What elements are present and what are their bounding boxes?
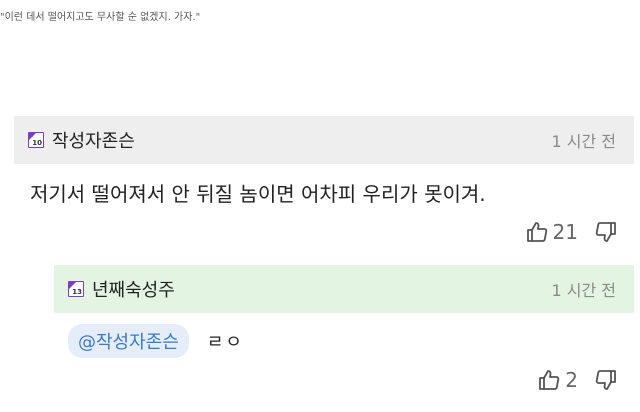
quoted-text: "이런 데서 떨어지고도 무사할 순 없겠지. 가자." [0, 12, 201, 23]
level-number: 13 [72, 288, 82, 296]
comment-text: 저기서 떨어져서 안 뒤질 놈이면 어차피 우리가 못이겨. [30, 182, 486, 206]
thumbs-up-icon [526, 222, 547, 242]
comment-author[interactable]: 작성자존슨 [52, 127, 135, 153]
reply-body: @작성자존슨 ㄹㅇ [68, 324, 244, 358]
dislike-button[interactable] [594, 220, 618, 244]
thumbs-down-icon [595, 222, 616, 242]
thumbs-down-icon [595, 370, 616, 390]
reply-vote-row: 2 [537, 368, 618, 392]
comment-timestamp: 1 시간 전 [551, 132, 616, 151]
reply-author[interactable]: 년째숙성주 [92, 276, 175, 302]
like-count: 2 [565, 368, 578, 392]
level-badge-icon: 13 [68, 281, 84, 297]
dislike-button[interactable] [594, 368, 618, 392]
reply-text: ㄹㅇ [206, 332, 244, 353]
like-button[interactable]: 21 [525, 220, 594, 244]
thumbs-up-icon [539, 370, 560, 390]
like-count: 21 [552, 220, 578, 244]
mention-tag[interactable]: @작성자존슨 [68, 324, 189, 358]
reply-header: 13 년째숙성주 1 시간 전 [54, 265, 634, 313]
level-badge-icon: 10 [28, 132, 44, 148]
comment-vote-row: 21 [525, 220, 618, 244]
level-number: 10 [32, 139, 42, 147]
like-button[interactable]: 2 [537, 368, 594, 392]
comment-header: 10 작성자존슨 1 시간 전 [14, 116, 634, 164]
reply-timestamp: 1 시간 전 [551, 281, 616, 300]
